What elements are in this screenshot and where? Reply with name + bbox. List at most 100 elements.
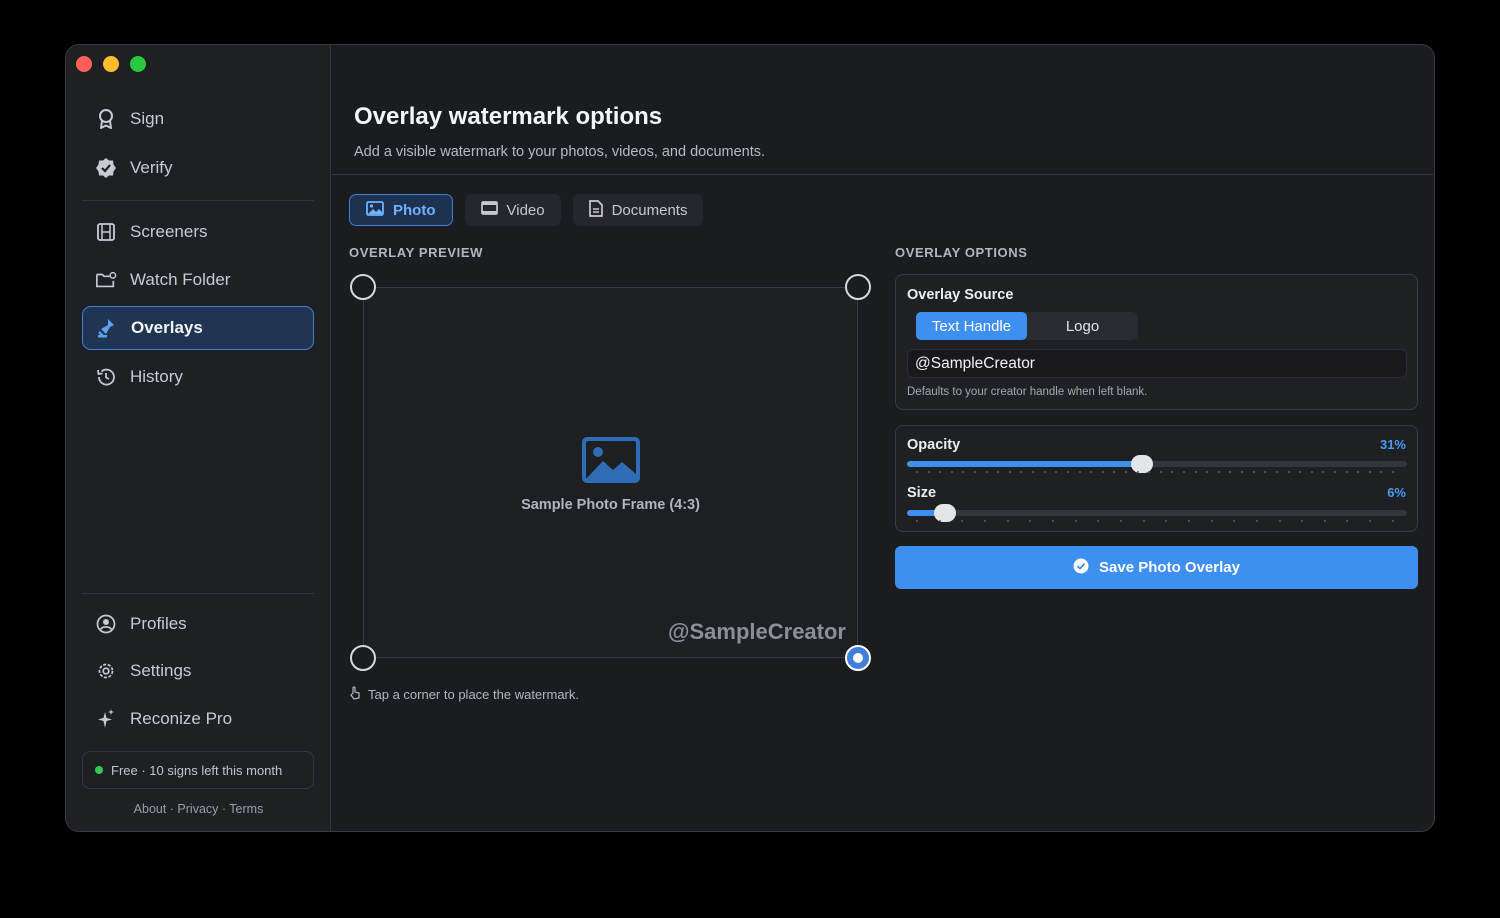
sidebar-item-label: Verify xyxy=(130,158,173,177)
overlay-source-title: Overlay Source xyxy=(907,287,1014,303)
opacity-slider[interactable] xyxy=(907,455,1407,473)
slider-tick xyxy=(1345,471,1348,473)
handle-input[interactable] xyxy=(907,349,1407,378)
tab-documents[interactable]: Documents xyxy=(572,194,704,226)
tab-label: Photo xyxy=(393,201,436,219)
slider-tick xyxy=(1346,520,1349,522)
opacity-slider-fill xyxy=(907,461,1142,467)
slider-tick xyxy=(1136,471,1139,473)
slider-tick xyxy=(985,471,988,473)
slider-tick xyxy=(983,520,986,522)
tap-icon xyxy=(349,686,361,703)
hint-text: Tap a corner to place the watermark. xyxy=(368,687,579,702)
slider-tick xyxy=(1187,520,1190,522)
sidebar-item-sign[interactable]: Sign xyxy=(82,97,314,141)
sidebar-divider xyxy=(82,593,314,594)
slider-tick xyxy=(1229,471,1232,473)
video-icon xyxy=(480,201,498,219)
plan-status-text: Free · 10 signs left this month xyxy=(111,762,283,778)
app-window: Sign Verify Screeners Watch Folder Overl… xyxy=(65,44,1435,832)
slider-tick xyxy=(1119,520,1122,522)
slider-tick xyxy=(961,520,964,522)
size-label: Size xyxy=(907,485,937,501)
slider-tick xyxy=(1287,471,1290,473)
zoom-window-button[interactable] xyxy=(130,56,146,72)
slider-tick xyxy=(1043,471,1046,473)
sidebar-item-overlays[interactable]: Overlays xyxy=(82,306,314,350)
slider-tick xyxy=(1097,520,1100,522)
frame-label: Sample Photo Frame (4:3) xyxy=(521,497,700,513)
slider-tick xyxy=(1090,471,1093,473)
source-segmented-control: Text Handle Logo xyxy=(916,312,1138,340)
sidebar-item-profiles[interactable]: Profiles xyxy=(82,602,314,646)
slider-tick xyxy=(1241,471,1244,473)
plan-status[interactable]: Free · 10 signs left this month xyxy=(82,751,314,789)
slider-tick xyxy=(1301,520,1304,522)
checkmark-circle-icon xyxy=(1073,558,1089,578)
sidebar-item-label: Profiles xyxy=(130,614,187,633)
gear-icon xyxy=(95,660,117,682)
tab-photo[interactable]: Photo xyxy=(349,194,453,226)
folder-gear-icon xyxy=(95,269,117,291)
slider-tick xyxy=(950,471,953,473)
save-button-label: Save Photo Overlay xyxy=(1099,559,1240,576)
segment-text-handle[interactable]: Text Handle xyxy=(916,312,1027,340)
slider-tick xyxy=(916,520,918,522)
slider-tick xyxy=(1171,471,1174,473)
slider-tick xyxy=(1217,471,1220,473)
corner-bottom-left[interactable] xyxy=(350,645,376,671)
overlay-sliders-card: Opacity 31% Size 6% xyxy=(895,425,1418,532)
tab-video[interactable]: Video xyxy=(464,194,561,226)
size-slider[interactable] xyxy=(907,504,1407,522)
sidebar-item-label: Watch Folder xyxy=(130,270,231,289)
sidebar-item-reconize-pro[interactable]: Reconize Pro xyxy=(82,697,314,741)
sidebar-item-history[interactable]: History xyxy=(82,355,314,399)
slider-tick xyxy=(1299,471,1302,473)
sidebar-item-verify[interactable]: Verify xyxy=(82,146,314,190)
sidebar-item-settings[interactable]: Settings xyxy=(82,649,314,693)
slider-tick xyxy=(974,471,977,473)
document-icon xyxy=(588,199,603,221)
slider-tick xyxy=(1194,471,1197,473)
corner-bottom-right[interactable] xyxy=(845,645,871,671)
page-subtitle: Add a visible watermark to your photos, … xyxy=(354,144,766,160)
slider-tick xyxy=(1380,471,1383,473)
slider-tick xyxy=(1206,471,1209,473)
handle-helper-text: Defaults to your creator handle when lef… xyxy=(907,386,1148,398)
slider-tick xyxy=(1322,471,1325,473)
corner-top-left[interactable] xyxy=(350,274,376,300)
history-icon xyxy=(95,366,117,388)
sidebar-item-label: Screeners xyxy=(130,222,208,241)
segment-logo[interactable]: Logo xyxy=(1027,312,1138,340)
size-value: 6% xyxy=(1387,485,1406,500)
sidebar: Sign Verify Screeners Watch Folder Overl… xyxy=(66,45,331,831)
overlay-source-card: Overlay Source Text Handle Logo Defaults… xyxy=(895,274,1418,410)
save-overlay-button[interactable]: Save Photo Overlay xyxy=(895,546,1418,589)
sidebar-item-screeners[interactable]: Screeners xyxy=(82,210,314,254)
sparkle-icon xyxy=(95,708,117,730)
corner-top-right[interactable] xyxy=(845,274,871,300)
slider-tick xyxy=(1323,520,1326,522)
slider-tick xyxy=(1391,520,1394,522)
slider-tick xyxy=(1368,471,1371,473)
slider-tick xyxy=(1051,520,1054,522)
slider-tick xyxy=(1032,471,1035,473)
options-section-label: OVERLAY OPTIONS xyxy=(895,245,1028,260)
slider-tick xyxy=(1020,471,1023,473)
minimize-window-button[interactable] xyxy=(103,56,119,72)
slider-tick xyxy=(1233,520,1236,522)
sidebar-item-label: Sign xyxy=(130,109,165,128)
slider-tick xyxy=(1255,520,1258,522)
footer-links[interactable]: About · Privacy · Terms xyxy=(66,802,331,816)
sidebar-item-watch-folder[interactable]: Watch Folder xyxy=(82,258,314,302)
slider-tick xyxy=(1008,471,1011,473)
slider-tick xyxy=(1165,520,1168,522)
main-content: Overlay watermark options Add a visible … xyxy=(332,45,1434,831)
close-window-button[interactable] xyxy=(76,56,92,72)
person-circle-icon xyxy=(95,613,117,635)
opacity-value: 31% xyxy=(1379,437,1406,452)
award-icon xyxy=(95,108,117,130)
slider-tick xyxy=(1391,471,1394,473)
overlay-preview-frame: Sample Photo Frame (4:3) @SampleCreator xyxy=(363,287,858,658)
preview-section-label: OVERLAY PREVIEW xyxy=(349,245,483,260)
